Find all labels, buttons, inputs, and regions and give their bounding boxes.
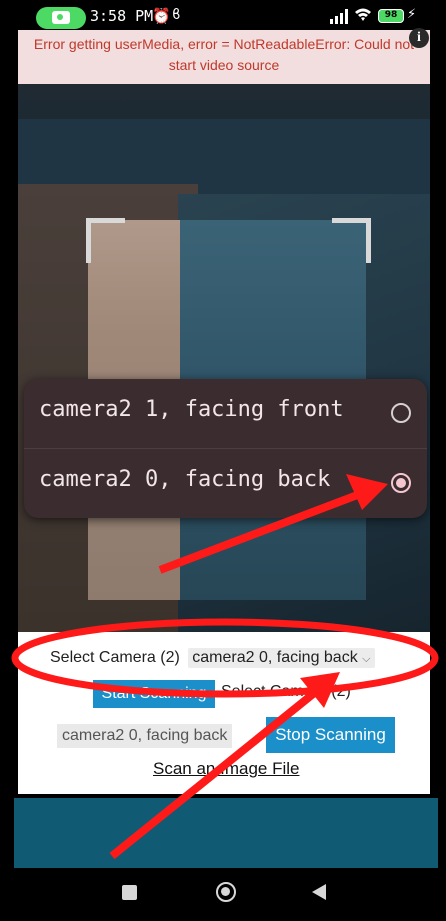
select-camera-label-overlap: Select Camera (2) [221,683,351,700]
stop-scanning-button[interactable]: Stop Scanning [266,717,395,753]
camera-option-label: camera2 1, facing front [39,397,344,422]
camera-option-label: camera2 0, facing back [39,467,331,492]
select-camera-label: Select Camera (2) [50,649,180,666]
error-banner: Error getting userMedia, error = NotRead… [18,30,430,84]
camera-select[interactable]: camera2 0, facing back ⌵ [188,648,375,668]
scan-corner-top-left [86,218,125,263]
start-scanning-button[interactable]: Start Scanning [93,680,215,708]
status-time: 3:58 PM [90,7,154,25]
charging-bolt-icon: ⚡ [407,7,417,22]
chevron-down-icon: ⌵ [362,653,371,665]
signal-icon [330,9,348,24]
status-glyph: ϐ [172,7,181,23]
info-icon[interactable]: i [409,28,429,48]
camera-chooser-popup: camera2 1, facing front camera2 0, facin… [24,379,427,518]
scan-image-file-link[interactable]: Scan an Image File [153,759,299,779]
error-message: Error getting userMedia, error = NotRead… [33,36,415,73]
scan-corner-top-right [332,218,371,263]
camera-value-chip: camera2 0, facing back [57,724,233,748]
home-circle-icon[interactable] [216,882,236,902]
battery-icon: 98 [378,9,404,23]
back-triangle-icon[interactable] [312,884,326,900]
recents-square-icon[interactable] [122,885,137,900]
screenshot-icon[interactable] [36,7,86,29]
camera-option-back[interactable]: camera2 0, facing back [24,449,427,518]
select-camera-row: Select Camera (2) camera2 0, facing back… [50,648,375,668]
bottom-bar [14,798,438,868]
wifi-icon [354,7,372,27]
radio-unchecked-icon[interactable] [391,403,411,423]
radio-checked-icon[interactable] [391,473,411,493]
alarm-clock-icon: ⏰ [152,7,171,25]
camera-select-value: camera2 0, facing back [192,649,358,666]
camera-option-front[interactable]: camera2 1, facing front [24,379,427,448]
